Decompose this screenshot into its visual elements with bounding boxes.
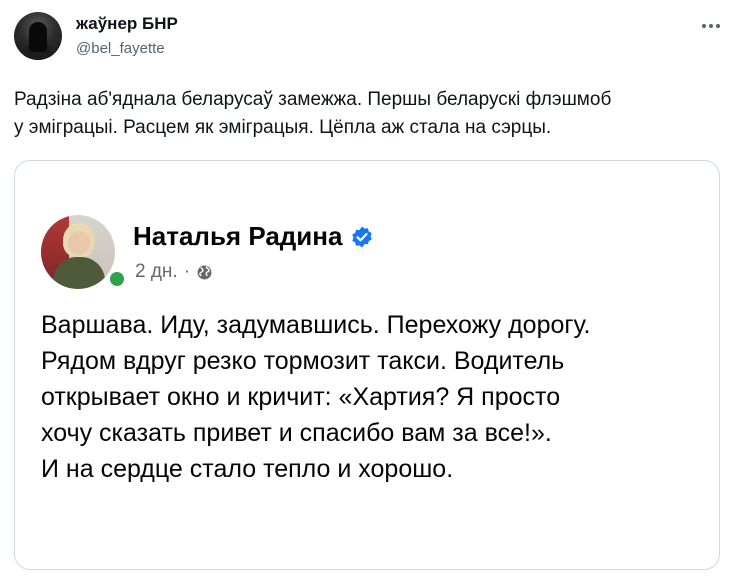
more-options-button[interactable] (694, 14, 728, 38)
author-avatar[interactable] (14, 12, 62, 60)
author-name[interactable]: жаўнер БНР (76, 14, 178, 34)
quoted-author-name[interactable]: Наталья Радина (133, 221, 342, 252)
quoted-post-time[interactable]: 2 дн. (135, 261, 178, 283)
online-status-indicator (107, 269, 127, 289)
author-handle[interactable]: @bel_fayette (76, 40, 165, 57)
quoted-text-line: Варшава. Иду, задумавшись. Перехожу доро… (41, 311, 591, 339)
more-horizontal-icon (702, 24, 706, 28)
verified-badge-icon (352, 226, 373, 247)
quoted-post-text: Варшава. Иду, задумавшись. Перехожу доро… (41, 307, 711, 487)
tweet-text-line: у эміграцыі. Расцем як эміграцыя. Цёпла … (14, 117, 552, 138)
quoted-post-card[interactable]: Наталья Радина 2 дн. · Варшава. Иду, зад… (14, 160, 720, 570)
tweet-text-line: Радзіна аб'яднала беларусаў замежжа. Пер… (14, 89, 612, 110)
quoted-text-line: хочу сказать привет и спасибо вам за все… (41, 419, 552, 447)
meta-separator: · (183, 261, 191, 282)
quoted-text-line: открывает окно и кричит: «Хартия? Я прос… (41, 383, 561, 411)
quoted-author-avatar[interactable] (41, 215, 115, 289)
quoted-author-name-row[interactable]: Наталья Радина (133, 221, 374, 252)
quoted-text-line: И на сердце стало тепло и хорошо. (41, 455, 454, 483)
quoted-post-meta: 2 дн. · (135, 261, 213, 283)
quoted-text-line: Рядом вдруг резко тормозит такси. Водите… (41, 347, 565, 375)
tweet: жаўнер БНР @bel_fayette Радзіна аб'яднал… (0, 0, 732, 580)
tweet-text: Радзіна аб'яднала беларусаў замежжа. Пер… (14, 86, 720, 142)
globe-icon (197, 265, 212, 279)
